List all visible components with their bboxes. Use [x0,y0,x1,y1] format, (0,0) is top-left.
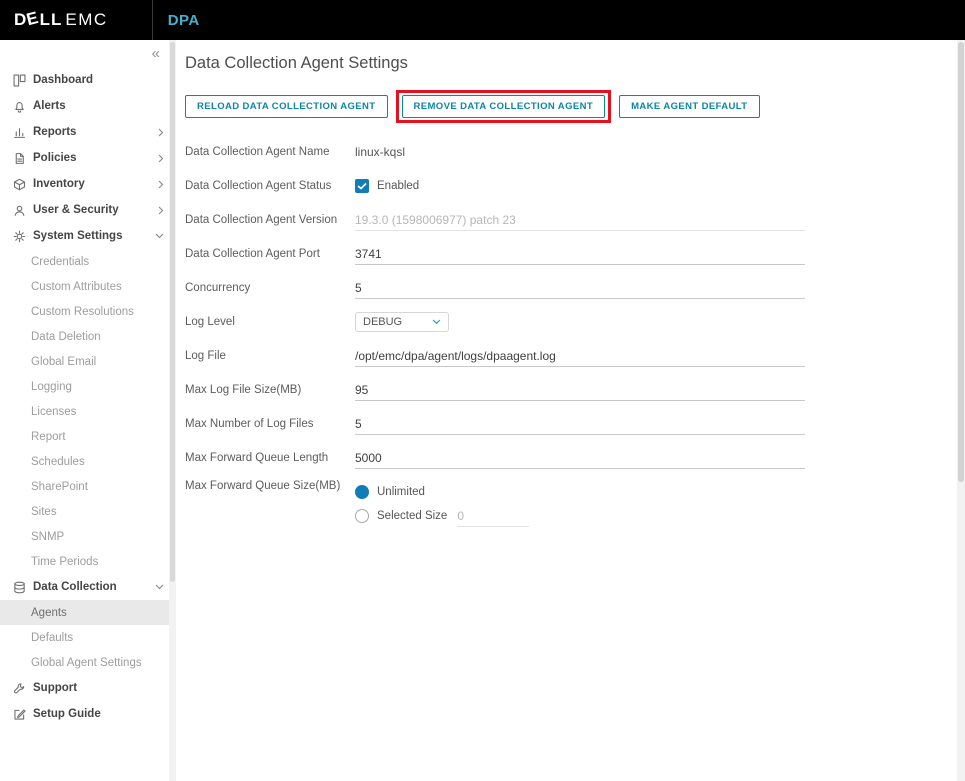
field-row-max-forward-queue-size: Max Forward Queue Size(MB) Unlimited Sel… [185,475,957,528]
radio-unselected-icon [355,509,369,523]
agent-port-input[interactable] [355,244,805,265]
sidebar-item-inventory[interactable]: Inventory [0,171,176,197]
max-log-file-size-input[interactable] [355,380,805,401]
sidebar-item-report[interactable]: Report [0,424,176,449]
setup-pencil-icon [13,708,33,721]
chevron-down-icon [432,319,441,325]
sidebar-item-sharepoint[interactable]: SharePoint [0,474,176,499]
user-icon [13,204,33,217]
sidebar-item-data-collection[interactable]: Data Collection [0,574,176,600]
field-row-max-forward-queue-length: Max Forward Queue Length [185,441,957,475]
concurrency-input[interactable] [355,278,805,299]
action-button-row: RELOAD DATA COLLECTION AGENT REMOVE DATA… [185,90,957,123]
queue-size-radio-group: Unlimited Selected Size [355,480,529,528]
log-level-select[interactable]: DEBUG [355,312,449,332]
field-row-concurrency: Concurrency [185,271,957,305]
chevron-right-icon [158,154,164,163]
sidebar-scrollbar-thumb[interactable] [170,42,175,582]
make-agent-default-button[interactable]: MAKE AGENT DEFAULT [619,95,759,118]
page-scrollbar[interactable] [957,40,965,781]
sidebar-item-credentials[interactable]: Credentials [0,249,176,274]
chevron-right-icon [158,128,164,137]
sidebar-item-sites[interactable]: Sites [0,499,176,524]
sidebar-item-custom-resolutions[interactable]: Custom Resolutions [0,299,176,324]
max-number-log-files-input[interactable] [355,414,805,435]
remove-agent-button[interactable]: REMOVE DATA COLLECTION AGENT [402,95,606,118]
bell-icon [13,100,33,113]
app-header: DELLEMC DPA [0,0,965,40]
annotation-highlight-box: REMOVE DATA COLLECTION AGENT [396,90,612,123]
agent-name-value: linux-kqsl [355,145,405,159]
sidebar-item-setup-guide[interactable]: Setup Guide [0,701,176,727]
field-row-agent-version: Data Collection Agent Version [185,203,957,237]
database-icon [13,581,33,594]
sidebar-item-dashboard[interactable]: Dashboard [0,67,176,93]
sidebar-item-global-agent-settings[interactable]: Global Agent Settings [0,650,176,675]
page-title: Data Collection Agent Settings [185,54,957,73]
app-name: DPA [168,12,200,29]
gear-icon [13,230,33,243]
inventory-box-icon [13,178,33,191]
sidebar-item-logging[interactable]: Logging [0,374,176,399]
reload-agent-button[interactable]: RELOAD DATA COLLECTION AGENT [185,95,388,118]
sidebar-item-custom-attributes[interactable]: Custom Attributes [0,274,176,299]
sidebar-item-defaults[interactable]: Defaults [0,625,176,650]
enabled-checkbox-label: Enabled [377,180,419,192]
sidebar-item-schedules[interactable]: Schedules [0,449,176,474]
policy-document-icon [13,152,33,165]
sidebar-item-agents[interactable]: Agents [0,600,176,625]
agent-settings-form: Data Collection Agent Name linux-kqsl Da… [185,135,957,528]
field-row-agent-status: Data Collection Agent Status Enabled [185,169,957,203]
bar-chart-icon [13,126,33,139]
main-content: Data Collection Agent Settings RELOAD DA… [176,40,957,781]
field-row-log-file: Log File [185,339,957,373]
radio-selected-icon [355,485,369,499]
chevron-down-icon [155,233,164,239]
max-forward-queue-length-input[interactable] [355,448,805,469]
sidebar-collapse-row: « [0,40,176,67]
collapse-sidebar-icon[interactable]: « [152,46,160,61]
dashboard-icon [13,74,33,87]
field-row-agent-port: Data Collection Agent Port [185,237,957,271]
sidebar-item-alerts[interactable]: Alerts [0,93,176,119]
sidebar-item-system-settings[interactable]: System Settings [0,223,176,249]
unlimited-radio[interactable]: Unlimited [355,480,529,504]
wrench-icon [13,682,33,695]
chevron-down-icon [155,584,164,590]
log-file-input[interactable] [355,346,805,367]
sidebar-item-reports[interactable]: Reports [0,119,176,145]
selected-size-radio[interactable]: Selected Size [355,504,529,528]
sidebar-item-global-email[interactable]: Global Email [0,349,176,374]
selected-size-input [457,506,529,527]
sidebar-item-data-deletion[interactable]: Data Deletion [0,324,176,349]
sidebar-item-policies[interactable]: Policies [0,145,176,171]
sidebar: « Dashboard Alerts Reports Policies Inve… [0,40,176,781]
sidebar-item-snmp[interactable]: SNMP [0,524,176,549]
sidebar-item-time-periods[interactable]: Time Periods [0,549,176,574]
agent-version-input [355,210,805,231]
sidebar-item-support[interactable]: Support [0,675,176,701]
field-row-agent-name: Data Collection Agent Name linux-kqsl [185,135,957,169]
enabled-checkbox[interactable] [355,179,369,193]
field-row-max-log-file-size: Max Log File Size(MB) [185,373,957,407]
field-row-log-level: Log Level DEBUG [185,305,957,339]
chevron-right-icon [158,206,164,215]
sidebar-item-licenses[interactable]: Licenses [0,399,176,424]
page-scrollbar-thumb[interactable] [958,42,964,482]
dell-emc-logo: DELLEMC [14,10,108,30]
field-row-max-number-log-files: Max Number of Log Files [185,407,957,441]
log-level-value: DEBUG [363,316,402,328]
sidebar-item-user-security[interactable]: User & Security [0,197,176,223]
chevron-right-icon [158,180,164,189]
sidebar-scrollbar[interactable] [169,40,176,781]
header-divider [152,0,153,40]
